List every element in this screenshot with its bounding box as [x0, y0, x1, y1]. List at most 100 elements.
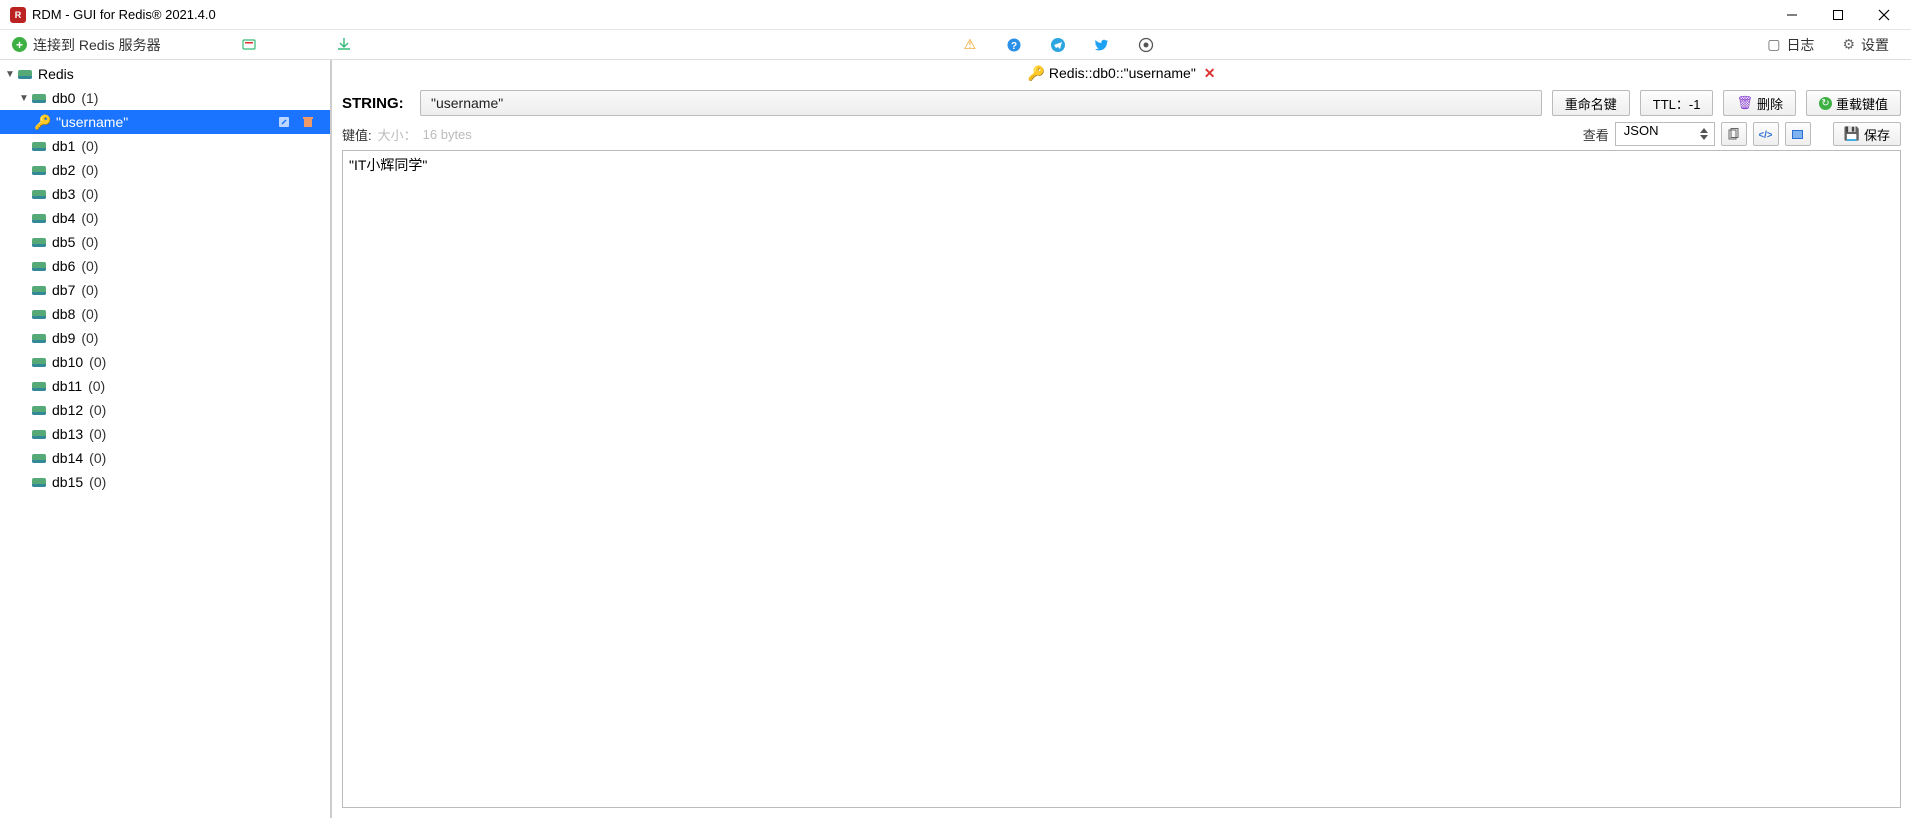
database-label: db2 [52, 162, 75, 178]
key-type-label: STRING: [342, 95, 410, 112]
connection-tree: ▼ Redis ▼ db0 (1) 🔑 "username" [0, 60, 332, 818]
maximize-icon [1832, 9, 1844, 21]
database-icon [30, 310, 48, 319]
help-button[interactable]: ? [1003, 34, 1025, 56]
key-icon: 🔑 [1027, 65, 1044, 82]
database-node[interactable]: db15(0) [0, 470, 330, 494]
database-node[interactable]: db6 (0) [0, 254, 330, 278]
database-count: (0) [81, 234, 98, 250]
telegram-button[interactable] [1047, 34, 1069, 56]
log-label: 日志 [1786, 35, 1814, 55]
settings-label: 设置 [1861, 35, 1889, 55]
trash-icon [301, 115, 315, 129]
warning-button[interactable]: ⚠ [959, 34, 981, 56]
database-label: db1 [52, 138, 75, 154]
database-icon [30, 238, 48, 247]
save-label: 保存 [1864, 125, 1890, 144]
import-button[interactable] [333, 34, 355, 56]
ttl-button[interactable]: TTL：-1 [1640, 90, 1714, 116]
main-toolbar: + 连接到 Redis 服务器 ⚠ ? ▢ 日志 ⚙ [0, 30, 1911, 60]
database-node[interactable]: db8(0) [0, 302, 330, 326]
github-icon [1138, 37, 1154, 53]
rename-button[interactable]: 重命名键 [1552, 90, 1630, 116]
database-count: (0) [89, 450, 106, 466]
settings-button[interactable]: ⚙ 设置 [1836, 33, 1895, 57]
svg-text:?: ? [1011, 41, 1017, 52]
database-node[interactable]: db14(0) [0, 446, 330, 470]
code-icon: </> [1759, 128, 1772, 141]
database-label: db3 [52, 186, 75, 202]
database-icon [30, 406, 48, 415]
server-icon [16, 70, 34, 79]
database-node[interactable]: db5 (0) [0, 230, 330, 254]
database-node[interactable]: db1 (0) [0, 134, 330, 158]
database-label: db8 [52, 306, 75, 322]
tab-title: Redis::db0::"username" [1049, 65, 1196, 81]
database-node[interactable]: db4(0) [0, 206, 330, 230]
database-icon [30, 286, 48, 295]
database-node[interactable]: db7(0) [0, 278, 330, 302]
main-area: ▼ Redis ▼ db0 (1) 🔑 "username" [0, 60, 1911, 818]
close-icon [1878, 9, 1890, 21]
close-button[interactable] [1861, 0, 1907, 30]
size-value: 16 bytes [423, 127, 472, 142]
database-label: db5 [52, 234, 75, 250]
key-editor-panel: 🔑 Redis::db0::"username" ✕ STRING: 重命名键 … [332, 60, 1911, 818]
reload-icon: ↻ [1819, 97, 1832, 110]
edit-key-button[interactable] [276, 114, 292, 130]
database-count: (0) [89, 354, 106, 370]
database-node[interactable]: db2(0) [0, 158, 330, 182]
database-label: db11 [52, 378, 82, 394]
database-label: db6 [52, 258, 75, 274]
database-count: (0) [89, 426, 106, 442]
view-label: 查看 [1583, 125, 1609, 144]
database-count: (0) [88, 378, 105, 394]
maximize-button[interactable] [1815, 0, 1861, 30]
database-count: (0) [81, 138, 98, 154]
key-name-input[interactable] [420, 90, 1542, 116]
minimize-icon [1786, 9, 1798, 21]
code-button[interactable]: </> [1753, 122, 1779, 146]
connect-button[interactable]: + 连接到 Redis 服务器 [6, 33, 167, 57]
delete-button[interactable]: 🗑删除 [1723, 90, 1796, 116]
key-node[interactable]: 🔑 "username" [0, 110, 330, 134]
database-count: (0) [81, 210, 98, 226]
delete-key-button[interactable] [300, 114, 316, 130]
database-icon [30, 166, 48, 175]
reload-button[interactable]: ↻重载键值 [1806, 90, 1901, 116]
github-button[interactable] [1135, 34, 1157, 56]
copy-icon [1727, 128, 1740, 141]
raw-button[interactable] [1785, 122, 1811, 146]
database-count: (0) [89, 474, 106, 490]
view-format-select[interactable]: JSON [1615, 122, 1715, 146]
copy-button[interactable] [1721, 122, 1747, 146]
database-node[interactable]: db9(0) [0, 326, 330, 350]
value-editor[interactable]: "IT小辉同学" [342, 150, 1901, 808]
minimize-button[interactable] [1769, 0, 1815, 30]
database-icon [30, 334, 48, 343]
database-icon [30, 454, 48, 463]
database-icon [30, 94, 48, 103]
database-count: (0) [81, 258, 98, 274]
tab-close-button[interactable]: ✕ [1204, 65, 1216, 82]
connection-node[interactable]: ▼ Redis [0, 62, 330, 86]
size-label: 大小： [378, 125, 417, 144]
key-icon: 🔑 [34, 114, 52, 131]
raw-icon [1791, 128, 1804, 141]
database-node[interactable]: db11 (0) [0, 374, 330, 398]
import-icon [336, 37, 352, 53]
database-node[interactable]: db10(0) [0, 350, 330, 374]
database-node[interactable]: db3(0) [0, 182, 330, 206]
value-text: "IT小辉同学" [349, 157, 427, 173]
save-icon: 💾 [1844, 126, 1860, 142]
database-label: db13 [52, 426, 83, 442]
log-button[interactable]: ▢ 日志 [1761, 33, 1820, 57]
title-bar: R RDM - GUI for Redis® 2021.4.0 [0, 0, 1911, 30]
filter-button[interactable] [239, 34, 261, 56]
database-node[interactable]: ▼ db0 (1) [0, 86, 330, 110]
save-button[interactable]: 💾保存 [1833, 122, 1901, 146]
database-icon [30, 190, 48, 199]
database-node[interactable]: db13 (0) [0, 422, 330, 446]
twitter-button[interactable] [1091, 34, 1113, 56]
database-node[interactable]: db12(0) [0, 398, 330, 422]
